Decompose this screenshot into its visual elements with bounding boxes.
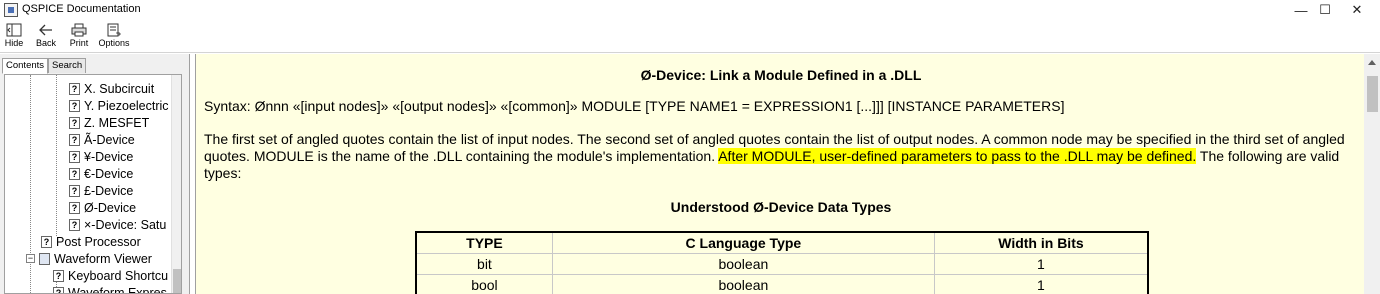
- tree-item-label: Z. MESFET: [84, 115, 150, 130]
- table-cell: boolean: [551, 252, 935, 275]
- tree-item-label: Keyboard Shortcu: [68, 268, 169, 283]
- tree-item-label: €-Device: [84, 166, 134, 181]
- collapse-icon[interactable]: −: [26, 254, 35, 263]
- help-page-icon: ?: [41, 235, 52, 248]
- tree-guide-line: [56, 75, 57, 236]
- tree-item-label: Waveform Expres: [68, 285, 167, 294]
- tree-item-label: ¥-Device: [84, 149, 134, 164]
- tree-item-waveform-expressions[interactable]: ? Waveform Expres: [53, 284, 167, 294]
- help-page-icon: ?: [69, 201, 80, 214]
- tree-item-y-piezoelectric[interactable]: ? Y. Piezoelectric: [69, 97, 169, 114]
- help-page-icon: ?: [53, 286, 64, 293]
- help-page-icon: ?: [69, 116, 80, 129]
- table-row: bool boolean 1: [414, 273, 1149, 294]
- tree-item-label: Post Processor: [56, 234, 141, 249]
- syntax-line: Syntax: Ønnn «[input nodes]» «[output no…: [204, 98, 1065, 114]
- hide-label: Hide: [4, 38, 24, 48]
- window-title: QSPICE Documentation: [22, 3, 141, 15]
- maximize-icon: ☐: [1319, 2, 1331, 17]
- tree-item-label: Ø-Device: [84, 200, 137, 215]
- tab-contents[interactable]: Contents: [2, 58, 49, 74]
- print-label: Print: [69, 38, 89, 48]
- printer-icon: [70, 22, 88, 38]
- table-cell: boolean: [551, 273, 935, 294]
- tree-item-label: Ã-Device: [84, 132, 135, 147]
- table-row: bit boolean 1: [414, 252, 1149, 275]
- tree-item-label: Y. Piezoelectric: [84, 98, 169, 113]
- help-page-icon: ?: [53, 269, 64, 282]
- tree-item-x-subcircuit[interactable]: ? X. Subcircuit: [69, 80, 154, 97]
- table-header-row: TYPE C Language Type Width in Bits: [414, 231, 1149, 254]
- help-page-icon: ?: [69, 99, 80, 112]
- tree-item-euro-device[interactable]: ? €-Device: [69, 165, 133, 182]
- app-icon: [4, 3, 18, 17]
- navigation-pane: Contents Search ? X. Subcircuit ? Y. Pie…: [0, 54, 190, 294]
- hide-pane-icon: [5, 22, 23, 38]
- options-label: Options: [98, 38, 130, 48]
- table-cell: 1: [933, 273, 1149, 294]
- tree-scrollbar-thumb[interactable]: [173, 269, 181, 293]
- tree-scrollbar[interactable]: [171, 75, 181, 293]
- tree-item-yen-device[interactable]: ? ¥-Device: [69, 148, 133, 165]
- table-cell: bit: [414, 252, 553, 275]
- help-page-icon: ?: [69, 167, 80, 180]
- table-cell: bool: [414, 273, 553, 294]
- scroll-up-icon[interactable]: [1368, 60, 1376, 65]
- content-scrollbar[interactable]: [1364, 54, 1380, 294]
- tree-item-post-processor[interactable]: ? Post Processor: [41, 233, 141, 250]
- tree-item-o-slash-device[interactable]: ? Ø-Device: [69, 199, 136, 216]
- close-button[interactable]: ✕: [1334, 0, 1380, 20]
- tree-item-pound-device[interactable]: ? £-Device: [69, 182, 133, 199]
- highlighted-text: After MODULE, user-defined parameters to…: [718, 148, 1197, 164]
- close-icon: ✕: [1351, 2, 1363, 17]
- table-cell: 1: [933, 252, 1149, 275]
- help-page-icon: ?: [69, 150, 80, 163]
- tree-item-z-mesfet[interactable]: ? Z. MESFET: [69, 114, 149, 131]
- column-header-type: TYPE: [414, 231, 553, 254]
- back-button[interactable]: Back: [33, 22, 59, 48]
- tree-item-label: Waveform Viewer: [54, 251, 152, 266]
- title-bar: QSPICE Documentation — ☐ ✕: [0, 0, 1380, 20]
- nav-tabs: Contents Search: [2, 58, 87, 74]
- options-button[interactable]: Options: [97, 22, 131, 48]
- tree-item-keyboard-shortcuts[interactable]: ? Keyboard Shortcu: [53, 267, 168, 284]
- options-icon: [105, 22, 123, 38]
- help-page-icon: ?: [69, 218, 80, 231]
- contents-tree: ? X. Subcircuit ? Y. Piezoelectric ? Z. …: [4, 74, 182, 294]
- tree-item-label: ×-Device: Satu: [84, 217, 167, 232]
- tree-item-times-device[interactable]: ? ×-Device: Satu: [69, 216, 166, 233]
- column-header-c-type: C Language Type: [551, 231, 935, 254]
- tree-item-a-tilde-device[interactable]: ? Ã-Device: [69, 131, 135, 148]
- back-arrow-icon: [37, 22, 55, 38]
- description-paragraph: The first set of angled quotes contain t…: [204, 131, 1354, 182]
- toolbar: Hide Back Print Options: [0, 20, 1380, 53]
- print-button[interactable]: Print: [68, 22, 90, 48]
- data-types-table: TYPE C Language Type Width in Bits bit b…: [414, 231, 1149, 294]
- tree-item-label: £-Device: [84, 183, 134, 198]
- column-header-width: Width in Bits: [933, 231, 1149, 254]
- help-page-icon: ?: [69, 133, 80, 146]
- table-title: Understood Ø-Device Data Types: [670, 199, 892, 215]
- tab-search[interactable]: Search: [48, 58, 87, 73]
- book-icon: [39, 252, 50, 265]
- tree-item-label: X. Subcircuit: [84, 81, 155, 96]
- content-pane: Ø-Device: Link a Module Defined in a .DL…: [195, 54, 1380, 294]
- hide-button[interactable]: Hide: [3, 22, 25, 48]
- help-page-icon: ?: [69, 184, 80, 197]
- tree-item-waveform-viewer[interactable]: − Waveform Viewer: [26, 250, 152, 267]
- back-label: Back: [35, 38, 56, 48]
- page-title: Ø-Device: Link a Module Defined in a .DL…: [640, 67, 922, 83]
- help-page-icon: ?: [69, 82, 80, 95]
- content-scrollbar-thumb[interactable]: [1367, 76, 1378, 112]
